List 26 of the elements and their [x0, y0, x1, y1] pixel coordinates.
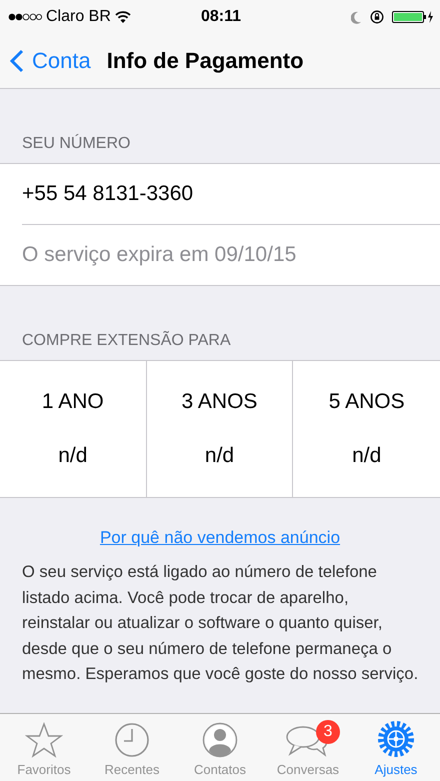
- back-button[interactable]: Conta: [10, 48, 91, 74]
- chevron-left-icon: [10, 49, 24, 73]
- wifi-icon: [114, 11, 131, 23]
- expiry-text: O serviço expira em 09/10/15: [22, 242, 298, 268]
- phone-number: +55 54 8131-3360: [22, 164, 440, 225]
- moon-icon: [350, 10, 362, 24]
- tab-item[interactable]: Ajustes: [352, 714, 440, 781]
- section-header: COMPRE EXTENSÃO PARA: [21, 330, 232, 351]
- tab-item[interactable]: Conversas 3: [264, 714, 352, 781]
- tab-item[interactable]: Favoritos: [0, 714, 88, 781]
- tab-item[interactable]: Contatos: [176, 714, 264, 781]
- battery-icon: [392, 10, 434, 24]
- page-title: Info de Pagamento: [106, 48, 304, 74]
- status-time: 08:11: [200, 8, 242, 26]
- rotation-lock-icon: [370, 10, 384, 24]
- tab-item[interactable]: Recentes: [88, 714, 176, 781]
- description-text: O seu serviço está ligado ao número de telefone listado acima. Você pode trocar de aparelho, reinstalar ou atualizar o software o quanto quiser, desde que o seu número de telefone permaneça o mesmo. Esperamos que você goste do nosso serviço.: [21, 562, 420, 685]
- gear-icon: [377, 720, 415, 758]
- unread-badge: 3: [316, 720, 340, 744]
- person-icon: [202, 722, 238, 758]
- star-icon: [25, 722, 63, 758]
- info-link[interactable]: Por quê não vendemos anúncio: [100, 528, 340, 548]
- carrier-name: Claro BR: [46, 8, 111, 26]
- clock-icon: [114, 722, 150, 758]
- section-header: SEU NÚMERO: [21, 133, 132, 154]
- signal-icon: [8, 13, 42, 21]
